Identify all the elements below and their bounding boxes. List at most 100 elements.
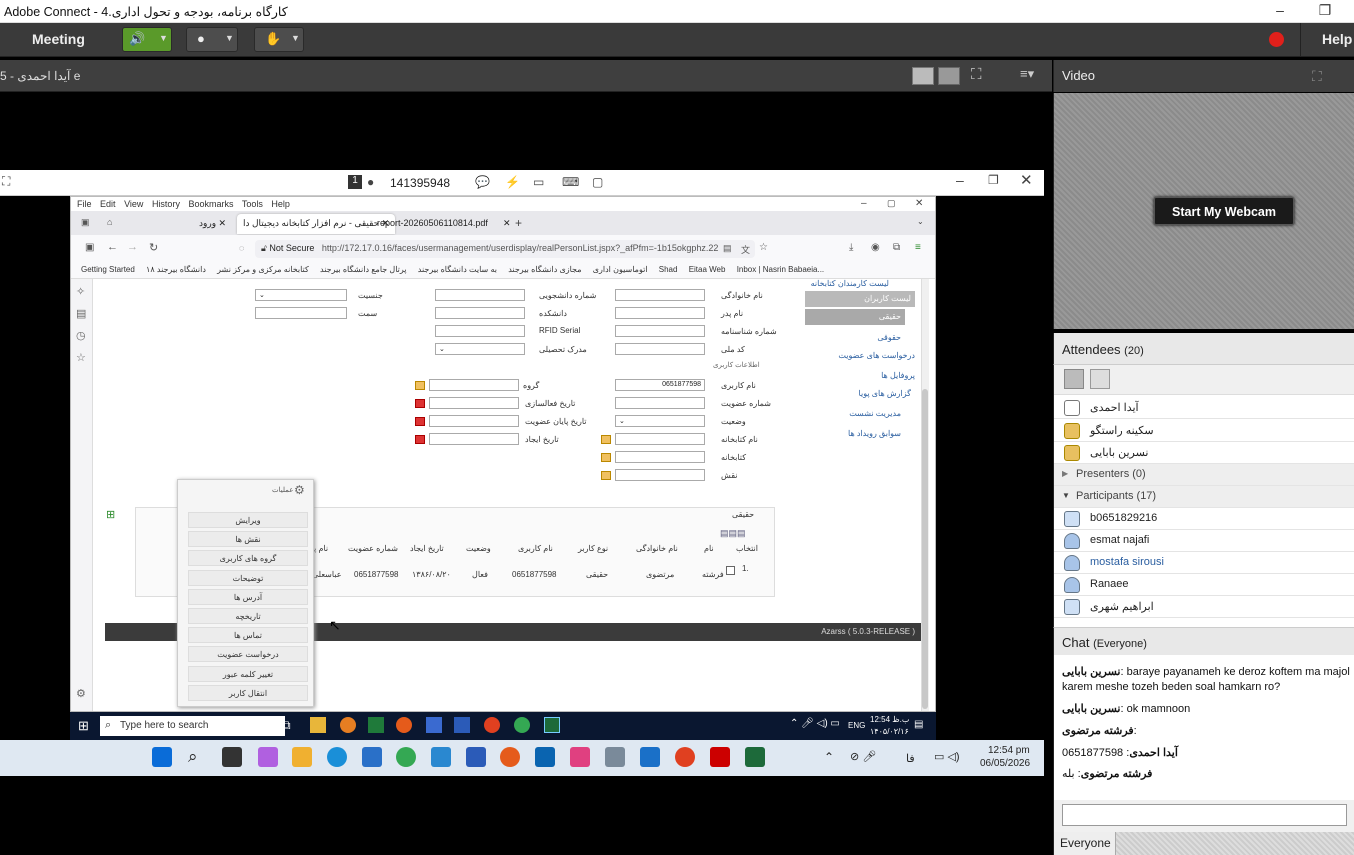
language-indicator[interactable]: فا <box>906 752 915 765</box>
tray-icons[interactable]: ⊘ 🎤︎ <box>850 750 876 763</box>
key-icon[interactable]: ● <box>367 175 374 189</box>
task-view-icon[interactable]: ⧉ <box>282 718 291 733</box>
bookmark-item[interactable]: Shad <box>659 265 678 274</box>
forward-icon[interactable]: → <box>127 241 138 253</box>
chat-recipient-select[interactable]: Everyone <box>1054 832 1116 855</box>
restore-button[interactable]: ❐ <box>1315 2 1335 19</box>
bookmark-item[interactable]: به سایت دانشگاه بیرجند <box>418 265 497 274</box>
app-icon[interactable] <box>544 717 560 733</box>
pod-options-icon[interactable]: ≡▾ <box>1020 66 1034 82</box>
menu-bookmarks[interactable]: Bookmarks <box>188 199 233 209</box>
end-date-input[interactable] <box>429 415 519 427</box>
firefox-icon[interactable] <box>500 747 520 767</box>
add-icon[interactable]: ⊞ <box>106 508 115 521</box>
back-icon[interactable]: ← <box>107 241 118 253</box>
new-tab-button[interactable]: + <box>515 216 522 230</box>
tab-list-icon[interactable]: ▣ <box>81 217 90 228</box>
ctx-item-contacts[interactable]: تماس ها <box>188 627 308 643</box>
chevron-up-icon[interactable]: ⌃ <box>824 750 834 764</box>
bookmark-star-icon[interactable]: ☆ <box>759 242 768 253</box>
attendee-host[interactable]: آیدا احمدی <box>1054 397 1354 419</box>
word-icon[interactable] <box>454 717 470 733</box>
bookmark-item[interactable]: پرتال جامع دانشگاه بیرجند <box>320 265 407 274</box>
start-webcam-button[interactable]: Start My Webcam <box>1154 197 1294 225</box>
reload-icon[interactable]: ↻ <box>149 241 158 254</box>
language-indicator[interactable]: ENG <box>848 721 865 730</box>
search-icon[interactable]: ⌕ <box>188 747 198 767</box>
presenters-section[interactable]: ▶ Presenters (0) <box>1054 464 1354 486</box>
speaker-button[interactable]: 🔊 ▼ <box>122 27 172 52</box>
family-input[interactable] <box>615 289 705 301</box>
outlook-icon[interactable] <box>535 747 555 767</box>
faculty-input[interactable] <box>435 307 525 319</box>
maximize-icon[interactable]: ❐ <box>988 173 999 187</box>
edit-icon[interactable] <box>601 471 611 480</box>
tray-icons[interactable]: ⌃ 🎤︎ ◁) ▭ <box>790 718 840 729</box>
calendar-icon[interactable] <box>415 399 425 408</box>
nav-item-membership-requests[interactable]: درخواست های عضویت <box>805 351 915 360</box>
library2-input[interactable] <box>615 451 705 463</box>
id-no-input[interactable] <box>615 325 705 337</box>
notepad-icon[interactable] <box>640 747 660 767</box>
meeting-menu[interactable]: Meeting <box>32 31 85 47</box>
app-icon[interactable] <box>426 717 442 733</box>
ctx-item-membership-request[interactable]: درخواست عضویت <box>188 646 308 662</box>
ff-close-icon[interactable]: ✕ <box>915 198 923 209</box>
app-icon[interactable] <box>431 747 451 767</box>
minimize-button[interactable]: – <box>1270 2 1290 18</box>
attendee-participant[interactable]: ابراهیم شهری <box>1054 596 1354 618</box>
national-code-input[interactable] <box>615 343 705 355</box>
nav-item-profiles[interactable]: پروفایل ها <box>805 371 915 380</box>
attendee-participant[interactable]: Ranaee <box>1054 574 1354 596</box>
bookmark-item[interactable]: دانشگاه بیرجند ۱۸ <box>146 265 206 274</box>
list-view-icon[interactable] <box>1064 369 1084 389</box>
download-icon[interactable]: ⤓ <box>849 242 853 253</box>
bookmark-item[interactable]: Inbox | Nasrin Babaeia... <box>737 265 824 274</box>
bookmark-item[interactable]: Getting Started <box>81 265 135 274</box>
store-icon[interactable] <box>362 747 382 767</box>
ctx-item-addresses[interactable]: آدرس ها <box>188 589 308 605</box>
history-icon[interactable]: ◷ <box>76 329 86 342</box>
ctx-item-descriptions[interactable]: توضیحات <box>188 570 308 586</box>
file-explorer-icon[interactable] <box>292 747 312 767</box>
calendar-icon[interactable] <box>415 417 425 426</box>
created-date-input[interactable] <box>429 433 519 445</box>
attendee-host[interactable]: سکینه راستگو <box>1054 420 1354 442</box>
copilot-icon[interactable] <box>258 747 278 767</box>
keyboard-icon[interactable]: ⌨ <box>562 175 579 189</box>
bookmark-item[interactable]: Eitaa Web <box>689 265 726 274</box>
webcam-menu-button[interactable]: ● ▼ <box>186 27 238 52</box>
app-icon[interactable] <box>570 747 590 767</box>
chevron-down-icon[interactable]: ⌄ <box>917 217 924 226</box>
table-tools-icon[interactable]: ▤▤▤ <box>720 528 746 539</box>
lightning-icon[interactable]: ⚡ <box>505 175 520 189</box>
role-input[interactable] <box>615 469 705 481</box>
network-volume-icon[interactable]: ▭ ◁) <box>934 750 960 763</box>
video-icon[interactable]: ▢ <box>592 175 603 189</box>
sidebar-toggle-icon[interactable]: ▣ <box>85 242 94 253</box>
group-input[interactable] <box>429 379 519 391</box>
menu-help[interactable]: Help <box>271 199 290 209</box>
translate-icon[interactable]: 文 <box>741 243 750 256</box>
windows-start-icon[interactable] <box>152 747 172 767</box>
help-menu[interactable]: Help <box>1322 31 1352 47</box>
ctx-item-change-password[interactable]: تغییر کلمه عبور <box>188 666 308 682</box>
ctx-item-history[interactable]: تاریخچه <box>188 608 308 624</box>
monitor-icon[interactable]: ▭ <box>533 175 544 189</box>
firefox-view-icon[interactable]: ⌂ <box>107 217 112 227</box>
activation-date-input[interactable] <box>429 397 519 409</box>
chrome-icon[interactable] <box>396 747 416 767</box>
edit-icon[interactable] <box>601 435 611 444</box>
ai-icon[interactable]: ✧ <box>76 285 85 298</box>
post-input[interactable] <box>255 307 347 319</box>
app-icon[interactable] <box>340 717 356 733</box>
fullscreen-icon[interactable]: ⛶ <box>971 66 982 83</box>
rfid-input[interactable] <box>435 325 525 337</box>
menu-icon[interactable]: ≡ <box>915 242 921 253</box>
app-icon[interactable] <box>675 747 695 767</box>
bookmark-item[interactable]: کتابخانه مرکزی و مرکز نشر <box>217 265 309 274</box>
calendar-icon[interactable] <box>415 435 425 444</box>
nav-item-staff[interactable]: لیست کارمندان کتابخانه <box>805 279 889 288</box>
edit-icon[interactable] <box>415 381 425 390</box>
layout-actual-icon[interactable] <box>938 67 960 85</box>
